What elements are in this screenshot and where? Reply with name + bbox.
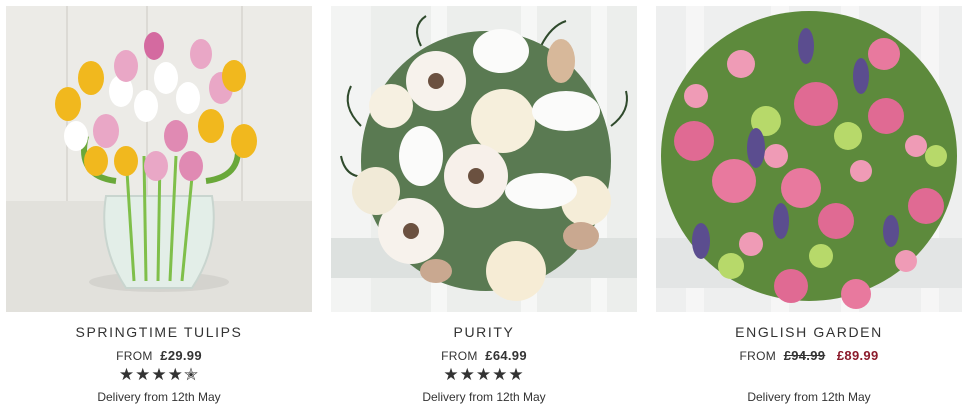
product-title[interactable]: PURITY bbox=[331, 324, 637, 340]
product-image-springtime-tulips[interactable] bbox=[6, 6, 312, 312]
original-price: £94.99 bbox=[783, 348, 826, 363]
product-image-english-garden[interactable] bbox=[656, 6, 962, 312]
delivery-info: Delivery from 12th May bbox=[97, 390, 221, 404]
product-card-springtime-tulips[interactable]: SPRINGTIME TULIPS FROM £29.99 ★★★★✭ Deli… bbox=[6, 0, 312, 410]
product-title[interactable]: ENGLISH GARDEN bbox=[656, 324, 962, 340]
price-from-label: FROM bbox=[116, 349, 153, 363]
price-amount: £29.99 bbox=[160, 348, 202, 363]
price-amount: £64.99 bbox=[485, 348, 527, 363]
delivery-info: Delivery from 12th May bbox=[422, 390, 546, 404]
product-card-english-garden[interactable]: ENGLISH GARDEN FROM £94.99 £89.99 Delive… bbox=[656, 0, 962, 410]
price-from-label: FROM bbox=[441, 349, 478, 363]
star-rating: ★★★★★ bbox=[443, 365, 525, 384]
product-grid: SPRINGTIME TULIPS FROM £29.99 ★★★★✭ Deli… bbox=[0, 0, 968, 410]
sale-price: £89.99 bbox=[836, 348, 879, 363]
product-price: FROM £64.99 bbox=[331, 348, 637, 363]
price-from-label: FROM bbox=[739, 349, 777, 363]
product-price: FROM £94.99 £89.99 bbox=[656, 348, 962, 363]
product-card-purity[interactable]: PURITY FROM £64.99 ★★★★★ Delivery from 1… bbox=[331, 0, 637, 410]
delivery-info: Delivery from 12th May bbox=[747, 390, 871, 404]
product-title[interactable]: SPRINGTIME TULIPS bbox=[6, 324, 312, 340]
product-image-purity[interactable] bbox=[331, 6, 637, 312]
product-price: FROM £29.99 bbox=[6, 348, 312, 363]
star-rating: ★★★★✭ bbox=[118, 365, 200, 384]
